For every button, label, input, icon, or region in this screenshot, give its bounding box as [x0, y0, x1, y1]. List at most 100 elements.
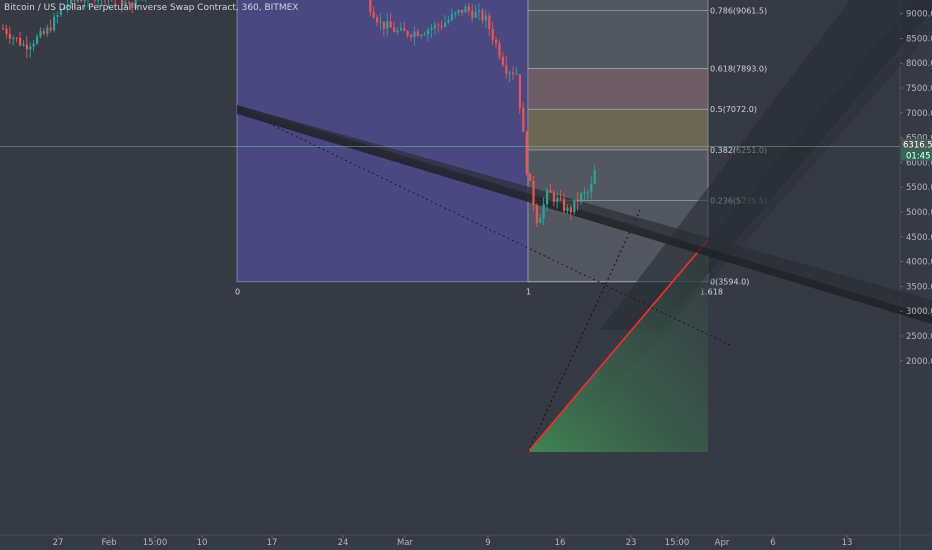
candle-body	[450, 14, 453, 20]
candle-body	[546, 190, 549, 204]
y-tick-label: 4500.0	[906, 233, 932, 243]
fib-box-left	[236, 0, 529, 283]
candle-body	[49, 27, 52, 31]
candle-body	[382, 21, 385, 29]
candle-body	[495, 39, 498, 44]
y-tick-label: 7000.0	[906, 109, 932, 119]
candle-body	[427, 29, 430, 35]
y-tick-label: 3500.0	[906, 282, 932, 292]
candle-body	[556, 198, 559, 202]
y-tick-label: 3000.0	[906, 307, 932, 317]
candle-body	[535, 205, 538, 223]
candle-body	[25, 44, 28, 50]
candle-body	[53, 16, 56, 31]
candle-body	[29, 46, 32, 50]
candle-body	[56, 15, 59, 17]
candle-body	[552, 192, 555, 202]
candle-body	[529, 173, 532, 181]
x-tick-label: Apr	[715, 538, 730, 548]
candle-body	[36, 36, 39, 44]
candle-body	[583, 192, 586, 194]
candle-body	[39, 31, 42, 37]
x-tick-label: 15:00	[143, 538, 168, 548]
x-tick-label: 15:00	[665, 538, 690, 548]
candle-body	[498, 43, 501, 57]
candle-body	[444, 22, 447, 27]
candle-body	[372, 12, 375, 18]
candle-body	[593, 170, 596, 184]
candle-body	[423, 34, 426, 36]
candle-body	[467, 6, 470, 11]
candle-body	[559, 198, 562, 200]
candle-body	[471, 10, 474, 18]
candle-body	[515, 74, 518, 76]
x-tick-label: 10	[197, 538, 208, 548]
candle-body	[488, 15, 491, 30]
candle-body	[406, 31, 409, 36]
candle-body	[46, 27, 49, 34]
candle-body	[379, 21, 382, 23]
candle-body	[15, 37, 18, 39]
x-tick-label: 23	[626, 538, 637, 548]
y-tick-label: 9000.0	[906, 10, 932, 20]
candle-body	[97, 0, 100, 1]
candle-body	[542, 203, 545, 219]
candle-body	[433, 24, 436, 29]
y-tick-label: 5000.0	[906, 208, 932, 218]
candle-body	[393, 27, 396, 33]
fib-level-label: 0.5(7072.0)	[710, 105, 757, 114]
candle-body	[563, 198, 566, 211]
candle-body	[566, 207, 569, 211]
x-tick-label: 24	[338, 538, 349, 548]
x-tick-label: 17	[267, 538, 278, 548]
candle-body	[508, 72, 511, 74]
y-tick-label: 7500.0	[906, 84, 932, 94]
candle-body	[22, 44, 25, 46]
candle-body	[549, 190, 552, 193]
chart-title: Bitcoin / US Dollar Perpetual Inverse Sw…	[4, 3, 299, 13]
x-tick-label: 16	[555, 538, 566, 548]
fib-bottom-label: 1	[526, 288, 531, 297]
x-tick-label: Feb	[101, 538, 116, 548]
candle-body	[73, 0, 76, 1]
candle-body	[389, 21, 392, 28]
candle-body	[478, 10, 481, 12]
candle-body	[2, 28, 5, 30]
candle-body	[369, 0, 372, 13]
candle-body	[518, 74, 521, 108]
candle-body	[464, 6, 467, 13]
candle-body	[501, 56, 504, 65]
chart-container: 1(10550.0)0.786(9061.5)0.618(7893.0)0.5(…	[0, 0, 932, 550]
candle-body	[454, 12, 457, 15]
countdown-text: 01:45	[906, 152, 931, 162]
fib-zone-band	[528, 109, 708, 150]
candle-body	[42, 31, 45, 34]
fib-bottom-label: 0	[235, 288, 240, 297]
fib-level-label: 0.618(7893.0)	[710, 65, 767, 74]
candle-body	[410, 35, 413, 38]
candle-body	[586, 192, 589, 194]
candle-body	[83, 0, 86, 2]
candle-body	[80, 0, 83, 2]
candle-body	[505, 64, 508, 74]
fib-zone-band	[528, 68, 708, 110]
candle-body	[12, 37, 15, 39]
x-tick-label: 9	[485, 538, 490, 548]
chart-canvas: 1(10550.0)0.786(9061.5)0.618(7893.0)0.5(…	[0, 0, 932, 550]
candle-body	[576, 199, 579, 202]
candle-body	[430, 28, 433, 30]
candle-body	[93, 0, 96, 1]
candle-body	[484, 15, 487, 21]
candle-body	[396, 30, 399, 33]
candle-body	[386, 21, 389, 29]
candle-body	[532, 180, 535, 206]
candle-body	[474, 11, 477, 18]
candle-body	[376, 17, 379, 23]
candle-body	[512, 72, 515, 75]
y-tick-label: 5500.0	[906, 183, 932, 193]
candle-body	[580, 193, 583, 202]
candle-body	[573, 199, 576, 213]
candle-body	[461, 9, 464, 13]
candle-body	[403, 28, 406, 32]
fib-level-label: 0(3594.0)	[710, 278, 749, 287]
